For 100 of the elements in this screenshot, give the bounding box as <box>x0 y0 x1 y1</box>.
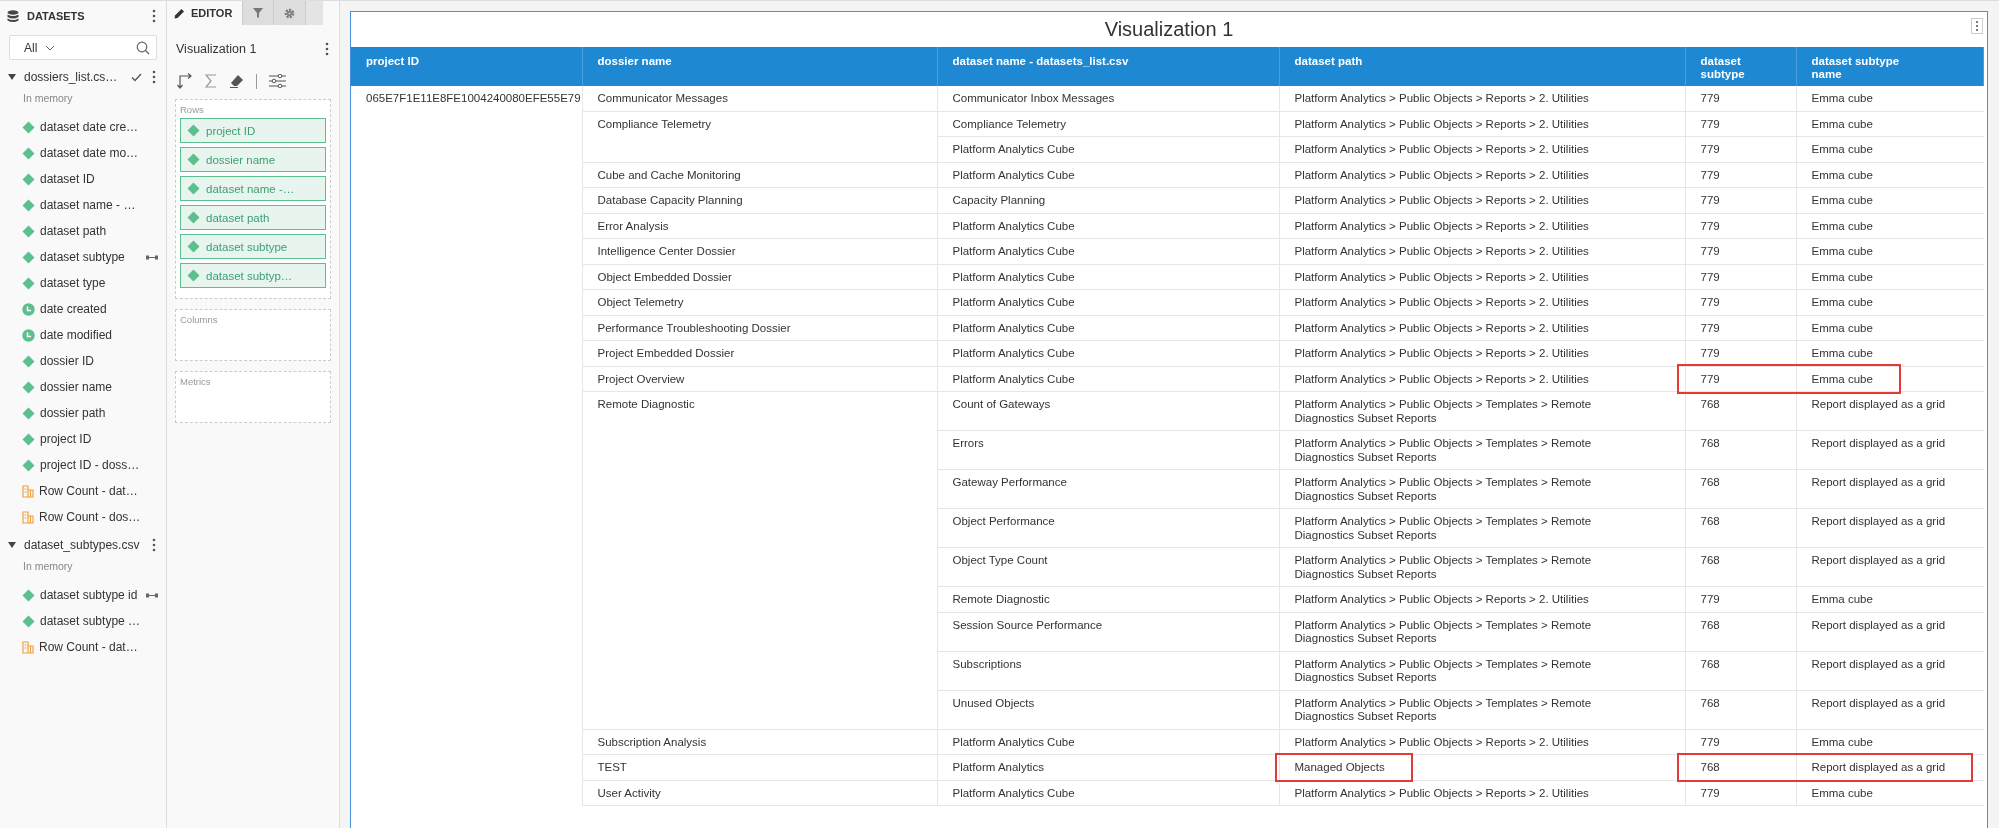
object-item[interactable]: dataset type <box>40 276 106 290</box>
table-cell: Platform Analytics Cube <box>937 136 1279 162</box>
table-cell: Object Performance <box>937 508 1279 548</box>
table-cell: Platform Analytics > Public Objects > Templates > Remote Diagnostics Subset Reports <box>1279 690 1685 729</box>
table-cell: Managed Objects <box>1279 754 1685 780</box>
column-header[interactable]: dossier name <box>582 47 937 86</box>
table-cell: Platform Analytics > Public Objects > Reports > 2. Utilities <box>1279 729 1685 755</box>
diamond-icon <box>22 276 35 290</box>
table-cell: Capacity Planning <box>937 187 1279 213</box>
column-header[interactable]: project ID <box>351 47 582 86</box>
search-icon <box>136 40 150 55</box>
format-tab[interactable] <box>274 1 307 25</box>
object-item[interactable]: dataset date mo… <box>40 146 139 160</box>
table-cell: Remote Diagnostic <box>582 391 937 729</box>
table-cell: Platform Analytics > Public Objects > Templates > Remote Diagnostics Subset Reports <box>1279 612 1685 651</box>
table-cell: Cube and Cache Monitoring <box>582 162 937 188</box>
table-cell: Platform Analytics Cube <box>937 366 1279 392</box>
diamond-icon <box>22 406 35 420</box>
dataset-name[interactable]: dataset_subtypes.csv <box>24 538 140 552</box>
object-item[interactable]: project ID - doss… <box>40 458 140 472</box>
diamond-icon <box>22 380 35 394</box>
table-cell: Platform Analytics > Public Objects > Reports > 2. Utilities <box>1279 289 1685 315</box>
table-cell: Platform Analytics > Public Objects > Reports > 2. Utilities <box>1279 187 1685 213</box>
object-item[interactable]: dossier name <box>40 380 113 394</box>
table-cell: Emma cube <box>1796 289 1984 315</box>
zone-title: Columns <box>180 314 219 327</box>
table-cell: 768 <box>1685 430 1796 470</box>
table-cell: Emma cube <box>1796 136 1984 162</box>
object-item[interactable]: dossier path <box>40 406 106 420</box>
table-cell: Platform Analytics > Public Objects > Reports > 2. Utilities <box>1279 213 1685 239</box>
object-item[interactable]: date created <box>40 302 107 316</box>
source-label: In memory <box>22 559 74 574</box>
table-cell: Emma cube <box>1796 162 1984 188</box>
object-item[interactable]: project ID <box>40 432 92 446</box>
table-cell: Emma cube <box>1796 780 1984 806</box>
table-cell: Report displayed as a grid <box>1796 391 1984 431</box>
table-cell: Count of Gateways <box>937 391 1279 431</box>
object-item[interactable]: Row Count - dat… <box>39 484 138 498</box>
object-item[interactable]: Row Count - dos… <box>39 510 141 524</box>
panel-title: DATASETS <box>27 10 86 22</box>
table-cell: Emma cube <box>1796 340 1984 366</box>
table-cell: Platform Analytics > Public Objects > Reports > 2. Utilities <box>1279 136 1685 162</box>
database-icon <box>7 9 19 23</box>
table-cell: Communicator Inbox Messages <box>937 86 1279 111</box>
table-cell: TEST <box>582 754 937 780</box>
column-header[interactable]: dataset path <box>1279 47 1685 86</box>
more-icon <box>1971 18 1983 34</box>
table-cell: 779 <box>1685 780 1796 806</box>
zone-title: Metrics <box>180 376 212 389</box>
object-item[interactable]: dossier ID <box>40 354 95 368</box>
filter-dropdown[interactable]: All <box>9 35 157 60</box>
table-cell: 768 <box>1685 754 1796 780</box>
object-item[interactable]: dataset subtype … <box>40 614 141 628</box>
table-cell: Platform Analytics > Public Objects > Templates > Remote Diagnostics Subset Reports <box>1279 469 1685 509</box>
object-item[interactable]: dataset subtype <box>40 250 125 264</box>
more-icon <box>325 42 329 56</box>
source-label: In memory <box>22 91 74 106</box>
filter-tab[interactable] <box>243 1 275 25</box>
table-cell: 779 <box>1685 264 1796 290</box>
clock-icon <box>22 302 35 316</box>
editor-tab[interactable]: EDITOR <box>167 1 244 25</box>
diamond-icon <box>187 124 200 137</box>
diamond-icon <box>22 146 35 160</box>
object-item[interactable]: dataset date cre… <box>40 120 139 134</box>
table-cell: 768 <box>1685 651 1796 690</box>
diamond-icon <box>187 153 200 166</box>
metric-icon <box>22 640 34 654</box>
object-item[interactable]: dataset ID <box>40 172 95 186</box>
table-cell: Errors <box>937 430 1279 470</box>
table-cell: 779 <box>1685 366 1796 392</box>
table-cell: 779 <box>1685 315 1796 341</box>
diamond-icon <box>22 458 35 472</box>
object-item[interactable]: dataset name - … <box>40 198 136 212</box>
column-header[interactable]: dataset name - datasets_list.csv <box>937 47 1279 86</box>
table-cell: Platform Analytics > Public Objects > Reports > 2. Utilities <box>1279 86 1685 111</box>
table-cell: Compliance Telemetry <box>582 111 937 162</box>
table-cell: 768 <box>1685 547 1796 587</box>
clock-icon <box>22 328 35 342</box>
column-header[interactable]: dataset subtype name <box>1796 47 1984 86</box>
object-item[interactable]: dataset path <box>40 224 107 238</box>
swap-axes-icon <box>177 73 193 89</box>
column-header[interactable]: dataset subtype <box>1685 47 1796 86</box>
table-cell: Project Embedded Dossier <box>582 340 937 366</box>
sigma-icon <box>205 74 217 88</box>
table-cell: 779 <box>1685 86 1796 111</box>
table-cell: Report displayed as a grid <box>1796 612 1984 651</box>
table-cell: 779 <box>1685 187 1796 213</box>
object-item[interactable]: date modified <box>40 328 113 342</box>
dataset-name[interactable]: dossiers_list.cs… <box>24 70 118 84</box>
table-cell: Platform Analytics > Public Objects > Reports > 2. Utilities <box>1279 111 1685 137</box>
more-icon <box>152 538 156 552</box>
table-cell: Platform Analytics > Public Objects > Reports > 2. Utilities <box>1279 586 1685 612</box>
table-cell: 768 <box>1685 612 1796 651</box>
caret-down-icon[interactable] <box>8 74 16 80</box>
object-item[interactable]: dataset subtype id <box>40 588 138 602</box>
caret-down-icon[interactable] <box>8 542 16 548</box>
table-cell: Project Overview <box>582 366 937 392</box>
gear-icon <box>284 7 296 19</box>
object-item[interactable]: Row Count - dat… <box>39 640 138 654</box>
table-cell: Platform Analytics > Public Objects > Reports > 2. Utilities <box>1279 238 1685 264</box>
